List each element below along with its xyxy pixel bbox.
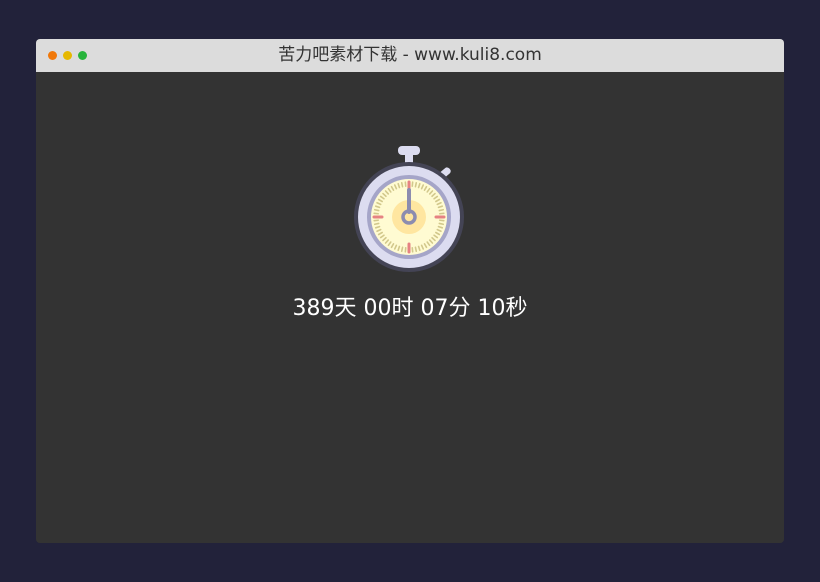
window-titlebar: 苦力吧素材下载 - www.kuli8.com <box>36 39 784 72</box>
minor-tick <box>438 208 445 212</box>
minor-tick <box>400 246 404 253</box>
minor-tick <box>373 222 380 226</box>
minor-tick <box>400 181 404 188</box>
minor-tick <box>414 246 418 253</box>
window-title: 苦力吧素材下载 - www.kuli8.com <box>278 45 542 65</box>
browser-window: 苦力吧素材下载 - www.kuli8.com 389天 00时 07分 10秒 <box>36 39 784 543</box>
minor-tick <box>438 222 445 226</box>
minor-tick <box>414 181 418 188</box>
minor-tick <box>373 208 380 212</box>
countdown-text: 389天 00时 07分 10秒 <box>292 296 528 321</box>
page-content: 389天 00时 07分 10秒 <box>36 72 784 543</box>
stopwatch-icon <box>354 146 464 272</box>
